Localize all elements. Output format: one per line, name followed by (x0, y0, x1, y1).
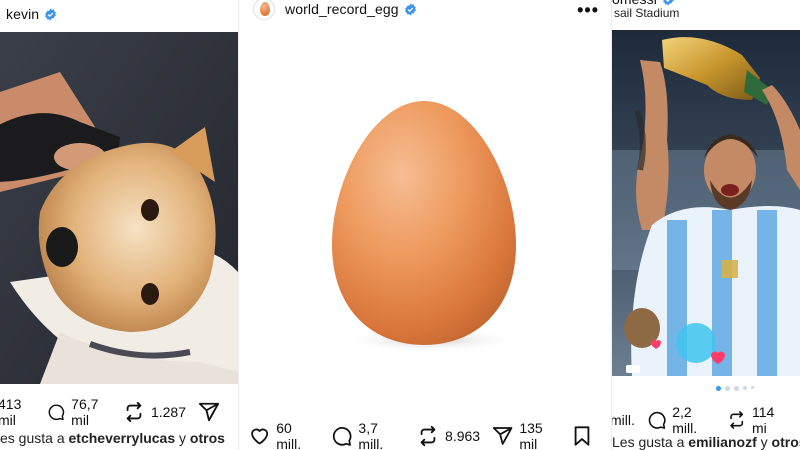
repost-icon (729, 411, 743, 429)
comments-count: 2,2 mill. (672, 404, 698, 436)
action-bar: mill. 2,2 mill. 114 mi (612, 404, 800, 436)
egg-photo[interactable] (239, 28, 611, 398)
bookmark-icon (574, 426, 590, 446)
username[interactable]: world_record_egg (285, 1, 399, 17)
reposts-count: 1.287 (150, 404, 186, 420)
comments-count: 76,7 mil (71, 396, 99, 428)
repost-icon (126, 401, 142, 423)
verified-icon (45, 8, 57, 20)
repost-button[interactable]: 1.287 (123, 401, 186, 423)
share-icon (492, 427, 513, 445)
likes-count: 413 mil (0, 396, 22, 428)
liked-by-user[interactable]: emilianozf (688, 434, 756, 450)
comment-icon (648, 411, 666, 429)
liked-by-prefix: Les gusta a (612, 434, 685, 450)
liked-by-line: Les gusta a emilianozf y otros (612, 434, 800, 450)
post-header: omessi sail Stadium (612, 0, 800, 28)
comment-icon (333, 427, 352, 446)
likes-count: mill. (612, 412, 635, 428)
post-kevin: kevin 413 mil 76,7 mil 1.287 es gusta a … (0, 0, 238, 450)
liked-by-line: es gusta a etcheverrylucas y otros (0, 430, 225, 446)
carousel-dot[interactable] (725, 386, 730, 391)
username[interactable]: kevin (6, 6, 39, 22)
post-location[interactable]: sail Stadium (614, 6, 679, 20)
shares-count: 135 mil (519, 420, 543, 450)
action-bar: 413 mil 76,7 mil 1.287 (0, 396, 238, 428)
more-icon[interactable]: ••• (577, 0, 599, 21)
post-header: world_record_egg ••• (239, 0, 611, 20)
liked-by-user[interactable]: etcheverrylucas (69, 430, 176, 446)
avatar[interactable] (253, 0, 275, 20)
heart-icon (251, 428, 269, 445)
liked-by-others[interactable]: otros (772, 434, 800, 450)
liked-by-others[interactable]: otros (190, 430, 225, 446)
share-button[interactable] (198, 401, 226, 423)
likes-count: 60 mill. (276, 420, 302, 450)
liked-by-suffix: y (179, 430, 187, 446)
comment-icon (48, 404, 65, 421)
dog-photo[interactable] (0, 32, 238, 384)
messi-photo[interactable] (612, 30, 800, 376)
carousel-dot[interactable] (743, 386, 747, 390)
share-button[interactable]: 135 mil (492, 420, 563, 450)
liked-by-suffix: y (760, 434, 768, 450)
share-icon (198, 402, 220, 422)
repost-button[interactable]: 8.963 (417, 425, 480, 447)
like-button[interactable]: 60 mill. (249, 420, 319, 450)
comment-button[interactable]: 76,7 mil (47, 396, 111, 428)
comment-button[interactable]: 2,2 mill. (647, 404, 715, 436)
carousel-dot[interactable] (751, 386, 754, 389)
carousel-dot[interactable] (716, 386, 721, 391)
comments-count: 3,7 mill. (358, 420, 384, 450)
verified-icon (663, 0, 674, 5)
like-count[interactable]: mill. (612, 412, 635, 428)
reposts-count: 8.963 (445, 428, 481, 444)
verified-icon (404, 3, 416, 15)
repost-icon (420, 425, 436, 447)
post-world-record-egg: world_record_egg ••• 60 mill. 3,7 mill. … (238, 0, 612, 450)
egg-avatar-icon (260, 2, 270, 16)
reposts-count: 114 mi (752, 404, 775, 436)
post-messi: omessi sail Stadium (612, 0, 800, 450)
carousel-dots (716, 386, 758, 391)
liked-by-prefix: es gusta a (0, 430, 65, 446)
post-header: kevin (0, 0, 238, 28)
like-count[interactable]: 413 mil (0, 396, 35, 428)
save-button[interactable] (571, 425, 599, 447)
repost-button[interactable]: 114 mi (727, 404, 788, 436)
comment-button[interactable]: 3,7 mill. (331, 420, 405, 450)
action-bar: 60 mill. 3,7 mill. 8.963 135 mil (249, 420, 611, 450)
carousel-dot[interactable] (734, 386, 739, 391)
